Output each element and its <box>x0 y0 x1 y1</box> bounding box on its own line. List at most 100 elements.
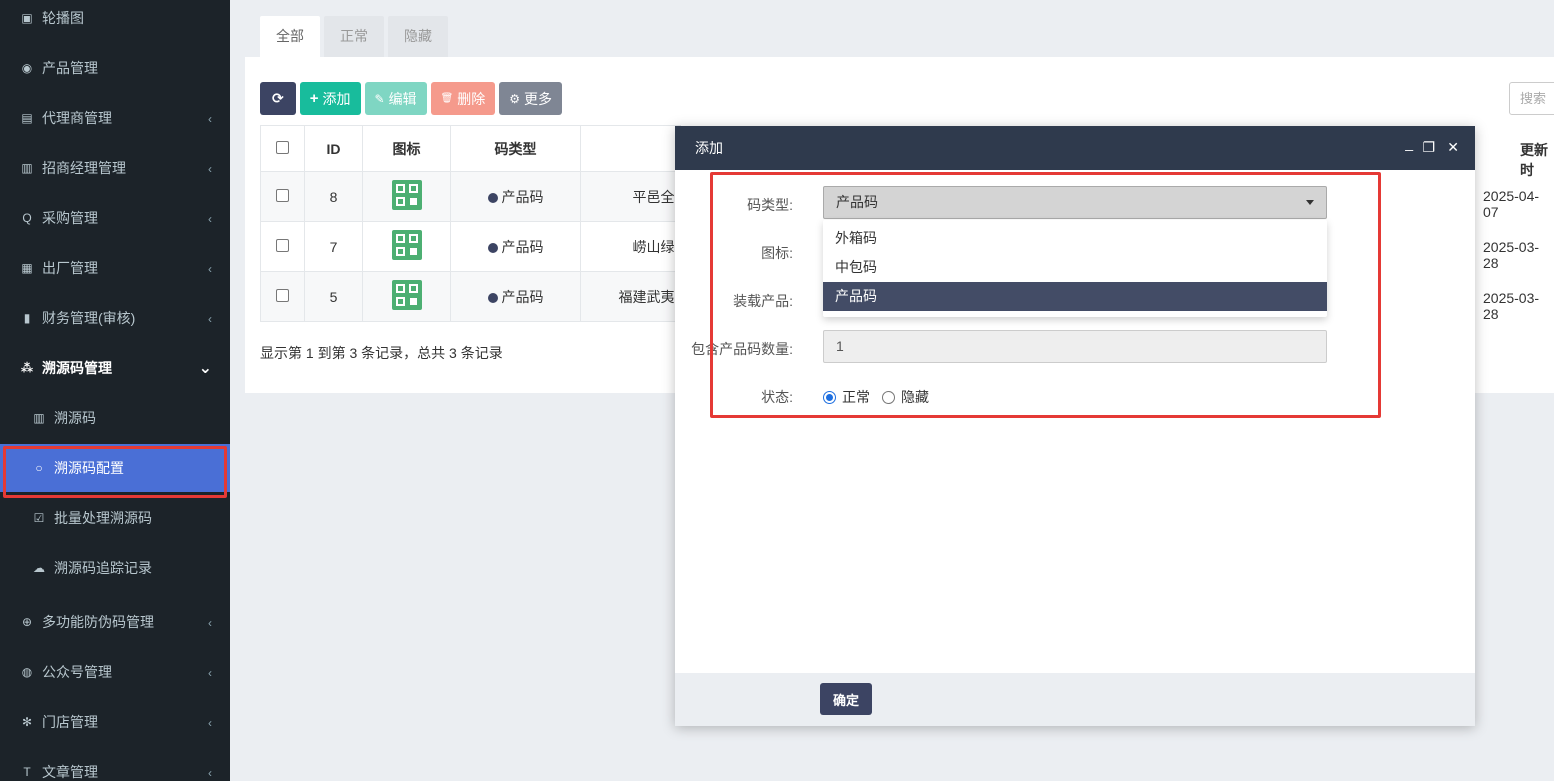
data-table: ID 图标 码类型 8 产品码 平邑全 7 产品码 崂山绿 5 产品码 福建武夷 <box>260 125 681 322</box>
toolbar: ⟳ + 添加 ✎ 编辑 🗑 删除 ⚙ 更多 <box>260 82 566 115</box>
sidebar-item-label: 出厂管理 <box>42 260 98 276</box>
code-type-label: 码类型: <box>747 197 793 213</box>
delete-button-label: 删除 <box>457 90 486 107</box>
row-checkbox[interactable] <box>276 288 289 302</box>
maximize-icon[interactable]: ❐ <box>1422 139 1435 156</box>
select-all-checkbox[interactable] <box>276 140 289 154</box>
sidebar-item-label: 财务管理(审核) <box>42 310 136 326</box>
gear-icon: ⚙ <box>509 91 521 106</box>
add-button-label: 添加 <box>322 90 351 107</box>
code-type-select[interactable]: 产品码 <box>823 186 1327 219</box>
tab-all[interactable]: 全部 <box>260 16 320 57</box>
qr-code-icon[interactable] <box>391 230 422 260</box>
caret-down-icon <box>1306 200 1314 205</box>
search-input[interactable]: 搜索 <box>1509 82 1554 115</box>
chevron-left-icon: ‹ <box>208 766 212 780</box>
sidebar: ▣ 轮播图 ◉ 产品管理 ▤ 代理商管理 ‹ ▥ 招商经理管理 ‹ Q 采购管理… <box>0 0 230 781</box>
delete-button[interactable]: 🗑 删除 <box>430 82 496 115</box>
sidebar-item-label: 溯源码追踪记录 <box>54 560 152 576</box>
code-type-text: 产品码 <box>501 288 544 305</box>
close-icon[interactable]: ✕ <box>1447 139 1459 156</box>
sidebar-item-trace-records[interactable]: ☁ 溯源码追踪记录 <box>0 543 230 593</box>
train-icon: ▦ <box>21 261 33 275</box>
dialog-title: 添加 <box>695 140 723 156</box>
sidebar-item-anti-fake[interactable]: ⊕ 多功能防伪码管理 ‹ <box>0 597 230 647</box>
column-header-updated[interactable]: 更新时 <box>1520 140 1554 180</box>
product-name-cell: 平邑全 <box>580 171 681 222</box>
table-row[interactable]: 5 产品码 福建武夷 <box>260 271 681 322</box>
status-label: 状态: <box>761 389 793 405</box>
sidebar-item-trace-code[interactable]: ▥ 溯源码 <box>0 393 230 443</box>
status-option-label[interactable]: 隐藏 <box>901 387 929 407</box>
refresh-button[interactable]: ⟳ <box>260 82 296 115</box>
sidebar-item-label: 溯源码管理 <box>42 360 112 376</box>
row-date: 2025-03-28 <box>1483 290 1540 322</box>
barcode-icon: ▥ <box>33 411 45 425</box>
trash-icon: 🗑 <box>440 93 454 104</box>
table-row[interactable]: 8 产品码 平邑全 <box>260 171 681 222</box>
count-field[interactable]: 1 <box>823 330 1327 363</box>
q-icon: Q <box>22 211 32 225</box>
code-type-cell: 产品码 <box>450 171 581 222</box>
status-dot <box>487 292 498 303</box>
sidebar-item-shipment[interactable]: ▦ 出厂管理 ‹ <box>0 243 230 293</box>
status-dot <box>487 192 498 203</box>
refresh-icon: ⟳ <box>272 90 284 106</box>
row-checkbox[interactable] <box>276 188 289 202</box>
column-header[interactable]: 码类型 <box>450 125 581 172</box>
more-button[interactable]: ⚙ 更多 <box>499 82 563 115</box>
globe-icon: ◉ <box>21 61 33 75</box>
column-header[interactable]: 图标 <box>362 125 451 172</box>
sidebar-item-trace-config[interactable]: ○ 溯源码配置 <box>0 444 230 492</box>
code-type-dropdown: 外箱码 中包码 产品码 <box>823 220 1327 317</box>
sidebar-item-articles[interactable]: T 文章管理 ‹ <box>0 747 230 781</box>
sidebar-item-purchase[interactable]: Q 采购管理 ‹ <box>0 193 230 243</box>
qr-code-icon[interactable] <box>391 180 422 210</box>
icon-label: 图标: <box>761 245 793 261</box>
dropdown-option-product[interactable]: 产品码 <box>823 282 1327 311</box>
upload-circle-icon: ⊕ <box>21 615 33 629</box>
row-checkbox[interactable] <box>276 238 289 252</box>
column-header[interactable]: ID <box>304 125 363 172</box>
sidebar-item-carousel[interactable]: ▣ 轮播图 <box>0 0 230 43</box>
chevron-down-icon: ⌄ <box>198 360 212 377</box>
edit-button-label: 编辑 <box>388 90 417 107</box>
tab-normal[interactable]: 正常 <box>324 16 384 57</box>
id-card-icon: ▤ <box>21 111 33 125</box>
bank-icon: ▮ <box>23 311 31 325</box>
sidebar-item-stores[interactable]: ✻ 门店管理 ‹ <box>0 697 230 747</box>
dialog-header[interactable]: 添加 _ ❐ ✕ <box>675 126 1475 170</box>
edit-button[interactable]: ✎ 编辑 <box>364 82 427 115</box>
image-icon: ▣ <box>21 11 33 25</box>
sidebar-item-agents[interactable]: ▤ 代理商管理 ‹ <box>0 93 230 143</box>
tab-hidden[interactable]: 隐藏 <box>388 16 448 57</box>
sidebar-item-batch-process[interactable]: ☑ 批量处理溯源码 <box>0 493 230 543</box>
sidebar-item-products[interactable]: ◉ 产品管理 <box>0 43 230 93</box>
status-option-label[interactable]: 正常 <box>842 387 870 407</box>
status-radio-hidden[interactable] <box>882 390 895 404</box>
status-dot <box>487 242 498 253</box>
code-type-selected-value: 产品码 <box>836 194 878 210</box>
plus-icon: + <box>309 90 319 107</box>
chevron-left-icon: ‹ <box>208 666 212 680</box>
row-id: 5 <box>304 271 363 322</box>
sidebar-item-label: 公众号管理 <box>42 664 112 680</box>
qr-code-icon[interactable] <box>391 280 422 310</box>
sidebar-item-finance[interactable]: ▮ 财务管理(审核) ‹ <box>0 293 230 343</box>
dropdown-option-outer-box[interactable]: 外箱码 <box>823 224 1327 253</box>
status-radio-normal[interactable] <box>823 390 836 404</box>
sidebar-item-wechat[interactable]: ◍ 公众号管理 ‹ <box>0 647 230 697</box>
sidebar-item-label: 轮播图 <box>42 10 84 26</box>
minimize-icon[interactable]: _ <box>1405 135 1413 151</box>
confirm-button[interactable]: 确定 <box>820 683 872 715</box>
add-button[interactable]: + 添加 <box>299 82 361 115</box>
sidebar-item-trace-management[interactable]: ⁂ 溯源码管理 ⌄ <box>0 343 230 393</box>
chevron-left-icon: ‹ <box>208 212 212 226</box>
check-square-icon: ☑ <box>33 511 45 525</box>
table-row[interactable]: 7 产品码 崂山绿 <box>260 221 681 272</box>
sidebar-item-managers[interactable]: ▥ 招商经理管理 ‹ <box>0 143 230 193</box>
dropdown-option-mid-pack[interactable]: 中包码 <box>823 253 1327 282</box>
product-name-cell: 福建武夷 <box>580 271 681 322</box>
more-button-label: 更多 <box>524 90 553 107</box>
circle-o-icon: ○ <box>35 461 43 475</box>
